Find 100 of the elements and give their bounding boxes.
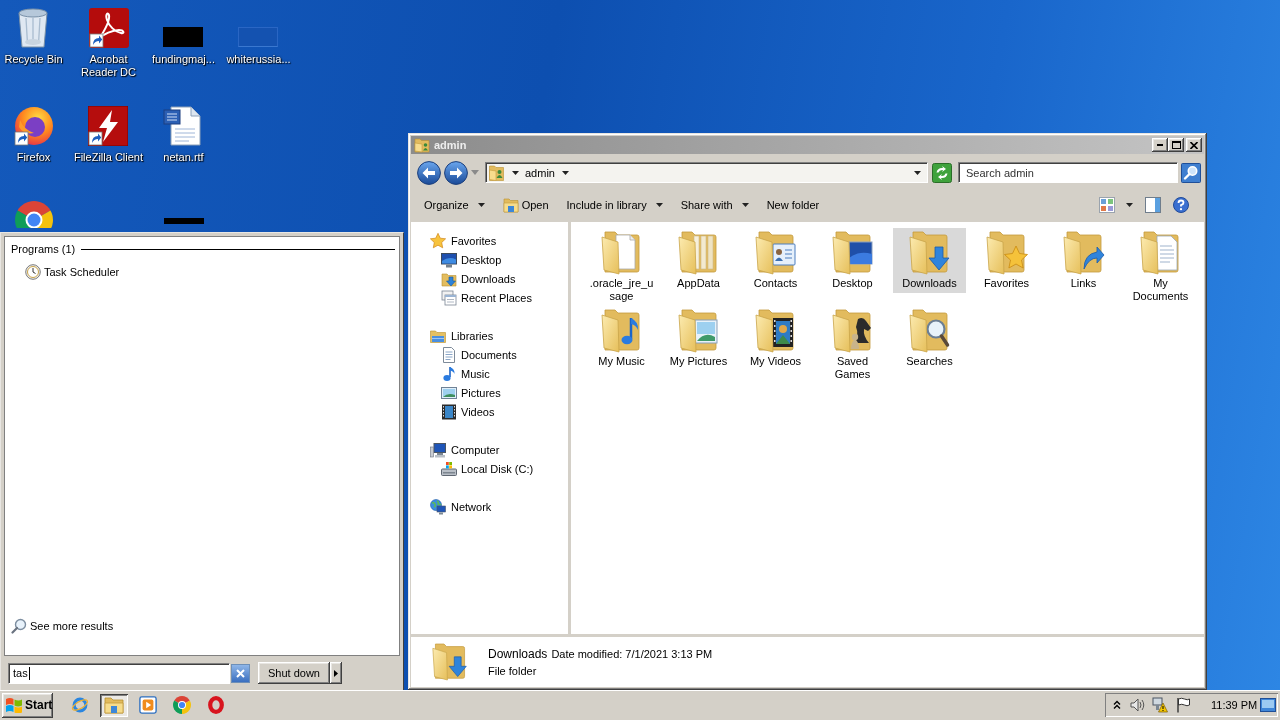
document-icon	[441, 346, 457, 363]
folder-icon	[414, 137, 430, 153]
view-grid-icon[interactable]	[1099, 197, 1115, 213]
folder-item[interactable]: Favorites	[970, 228, 1043, 293]
folder-item[interactable]: .oracle_jre_usage	[585, 228, 658, 306]
nav-item[interactable]: Favorites	[430, 231, 497, 250]
folder-item[interactable]: Desktop	[816, 228, 889, 293]
maximize-icon	[1171, 141, 1181, 149]
help-icon[interactable]	[1173, 197, 1189, 213]
folder-picture-icon	[677, 309, 720, 353]
folder-person-icon	[489, 164, 504, 181]
browser-icon	[173, 696, 191, 714]
toolbar-button[interactable]: Open	[495, 194, 556, 216]
star-icon	[430, 232, 446, 249]
caret-down-icon	[655, 203, 663, 207]
stacked-windows-icon	[441, 289, 457, 306]
dropdown-caret-icon	[914, 170, 921, 175]
menu-button[interactable]: Organize	[417, 194, 492, 216]
see-more-results-link[interactable]: See more results	[11, 616, 114, 636]
folder-item[interactable]: Downloads	[893, 228, 966, 293]
taskbar-button[interactable]	[100, 693, 128, 717]
clear-search-button[interactable]	[231, 663, 250, 683]
desktop-shortcut[interactable]: Recycle Bin	[4, 8, 63, 66]
nav-item[interactable]: Music	[441, 364, 490, 383]
desktop-shortcut[interactable]: FileZilla Client	[73, 106, 144, 164]
section-heading: Programs (1)	[11, 242, 76, 256]
nav-item[interactable]: Computer	[430, 440, 500, 459]
caret-down-icon	[477, 203, 485, 207]
refresh-icon[interactable]	[932, 162, 952, 183]
toolbar-button[interactable]: New folder	[759, 194, 827, 216]
folder-item[interactable]: AppData	[662, 228, 735, 293]
forward-icon[interactable]	[444, 160, 468, 185]
start-button[interactable]: Start	[2, 692, 53, 718]
network-warning-icon[interactable]	[1152, 697, 1168, 713]
caret-right-icon	[334, 669, 338, 677]
search-icon[interactable]	[1181, 162, 1201, 183]
desktop-shortcut[interactable]: fundingmaj...	[152, 8, 215, 66]
show-desktop-icon[interactable]	[1260, 698, 1276, 712]
folder-icon	[502, 197, 519, 213]
film-icon	[441, 403, 457, 420]
clock-icon	[25, 264, 41, 280]
details-type: File folder	[488, 665, 538, 677]
speaker-icon[interactable]	[1130, 697, 1146, 713]
search-field[interactable]: Search admin	[958, 162, 1178, 183]
folder-film-icon	[754, 309, 797, 353]
folder-down-arrow-icon	[432, 643, 468, 681]
breadcrumb-item[interactable]: admin	[524, 164, 556, 181]
nav-item[interactable]: Libraries	[430, 326, 494, 345]
nav-item[interactable]: Local Disk (C:)	[441, 459, 534, 478]
flag-icon[interactable]	[1176, 697, 1190, 713]
caret-down-icon	[561, 170, 569, 175]
desktop-shortcut[interactable]: Acrobat Reader DC	[71, 8, 146, 79]
folder-item[interactable]: My Documents	[1124, 228, 1197, 306]
maximize-button[interactable]	[1168, 138, 1184, 152]
search-field[interactable]: tas	[8, 662, 230, 684]
folder-icon	[677, 231, 720, 275]
folder-item[interactable]: My Videos	[739, 306, 812, 371]
folder-down-arrow-icon	[441, 270, 457, 287]
chevron-up-icon[interactable]	[1113, 700, 1121, 710]
folder-item[interactable]: Contacts	[739, 228, 812, 293]
folder-item[interactable]: My Music	[585, 306, 658, 371]
monitor-icon	[441, 251, 457, 268]
desktop-shortcut[interactable]: whiterussia...	[226, 8, 291, 66]
window-title: admin	[434, 139, 467, 151]
close-icon	[236, 668, 245, 678]
nav-item[interactable]: Videos	[441, 402, 495, 421]
shut-down-options-button[interactable]	[330, 662, 342, 684]
preview-pane-icon[interactable]	[1145, 197, 1161, 213]
back-icon[interactable]	[417, 160, 441, 185]
nav-item[interactable]: Pictures	[441, 383, 501, 402]
nav-item[interactable]: Desktop	[441, 250, 502, 269]
address-bar[interactable]: admin	[485, 162, 928, 183]
flag-logo-icon	[5, 697, 23, 713]
folder-item[interactable]: Searches	[893, 306, 966, 371]
minimize-icon	[1157, 144, 1163, 146]
picture-icon	[441, 384, 457, 401]
folder-item[interactable]: Links	[1047, 228, 1120, 293]
nav-item[interactable]: Downloads	[441, 269, 516, 288]
drive-icon	[441, 460, 457, 477]
desktop-shortcut[interactable]: netan.rtf	[163, 106, 204, 164]
folder-item[interactable]: Saved Games	[816, 306, 889, 384]
nav-item[interactable]: Documents	[441, 345, 517, 364]
nav-item[interactable]: Recent Places	[441, 288, 532, 307]
folder-item[interactable]: My Pictures	[662, 306, 735, 371]
desktop-shortcut[interactable]: Firefox	[13, 106, 54, 164]
folder-music-note-icon	[600, 309, 643, 353]
nav-item[interactable]: Network	[430, 497, 492, 516]
text-cursor	[28, 666, 30, 680]
network-icon	[430, 498, 446, 515]
computer-icon	[430, 441, 446, 458]
search-result[interactable]: Task Scheduler	[25, 262, 120, 282]
menu-button[interactable]: Share with	[673, 194, 756, 216]
minimize-button[interactable]	[1152, 138, 1168, 152]
shut-down-button[interactable]: Shut down	[258, 662, 330, 684]
close-button[interactable]	[1186, 138, 1202, 152]
menu-button[interactable]: Include in library	[559, 194, 670, 216]
media-player-icon	[139, 696, 157, 714]
clock-time[interactable]: 11:39 PM	[1211, 699, 1258, 711]
library-icon	[430, 327, 446, 344]
details-name: Downloads	[488, 647, 548, 661]
